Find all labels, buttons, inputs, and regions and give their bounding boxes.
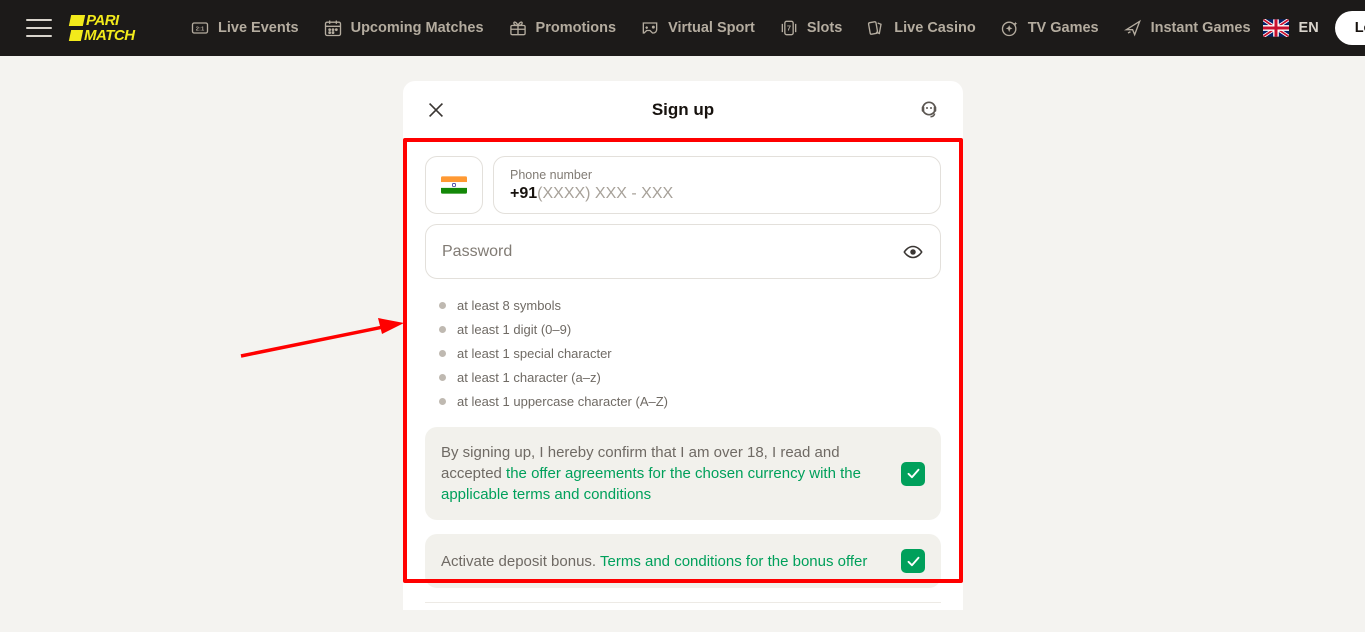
scoreboard-icon: 2:1	[190, 18, 210, 38]
requirement-item: at least 8 symbols	[439, 293, 941, 317]
nav-label: Promotions	[536, 20, 617, 36]
nav-item-promotions[interactable]: Promotions	[496, 18, 629, 38]
phone-row: Phone number +91(XXXX) XXX - XXX	[425, 156, 941, 214]
red-annotation-arrow	[236, 314, 406, 364]
modal-header: Sign up	[403, 81, 963, 138]
gamepad-icon	[640, 18, 660, 38]
requirement-item: at least 1 special character	[439, 341, 941, 365]
bonus-text-prefix: Activate deposit bonus.	[441, 553, 600, 570]
phone-number-input[interactable]: Phone number +91(XXXX) XXX - XXX	[493, 156, 941, 214]
password-input[interactable]: Password	[425, 224, 941, 279]
eye-icon[interactable]	[902, 241, 924, 263]
playing-cards-icon	[866, 18, 886, 38]
headset-support-icon[interactable]	[917, 98, 941, 122]
phone-placeholder: (XXXX) XXX - XXX	[537, 185, 673, 202]
nav-item-tv-games[interactable]: TV Games	[988, 18, 1111, 38]
requirement-item: at least 1 digit (0–9)	[439, 317, 941, 341]
uk-flag-icon[interactable]	[1263, 19, 1289, 37]
country-code: +91	[510, 185, 537, 202]
checkmark-icon	[906, 554, 921, 569]
bullet-icon	[439, 398, 446, 405]
deposit-bonus-checkbox[interactable]	[901, 549, 925, 573]
rocket-icon	[1123, 18, 1143, 38]
india-flag-icon	[441, 176, 467, 194]
nav-label: Live Events	[218, 20, 299, 36]
top-navigation-bar: PARI MATCH 2:1 Live Events Upcoming Matc…	[0, 0, 1365, 56]
phone-number-label: Phone number	[510, 167, 924, 183]
calendar-icon	[323, 18, 343, 38]
nav-item-upcoming-matches[interactable]: Upcoming Matches	[311, 18, 496, 38]
bullet-icon	[439, 374, 446, 381]
bullet-icon	[439, 350, 446, 357]
hamburger-menu-icon[interactable]	[26, 19, 52, 37]
checkmark-icon	[906, 466, 921, 481]
sparkle-icon	[1000, 18, 1020, 38]
modal-body: Phone number +91(XXXX) XXX - XXX Passwor…	[403, 138, 963, 632]
phone-number-value: +91(XXXX) XXX - XXX	[510, 183, 924, 204]
password-placeholder: Password	[442, 243, 902, 261]
modal-footer-divider	[425, 602, 941, 632]
top-right-controls: EN Log in	[1263, 11, 1365, 45]
requirement-label: at least 1 digit (0–9)	[457, 322, 571, 337]
close-icon[interactable]	[425, 99, 447, 121]
requirement-item: at least 1 uppercase character (A–Z)	[439, 389, 941, 413]
password-requirements-list: at least 8 symbols at least 1 digit (0–9…	[439, 293, 941, 413]
deposit-bonus-block: Activate deposit bonus. Terms and condit…	[425, 534, 941, 588]
svg-text:7: 7	[787, 24, 791, 33]
nav-items-list: 2:1 Live Events Upcoming Matches Promoti…	[184, 18, 1263, 38]
nav-item-virtual-sport[interactable]: Virtual Sport	[628, 18, 767, 38]
nav-label: TV Games	[1028, 20, 1099, 36]
bullet-icon	[439, 302, 446, 309]
login-button[interactable]: Log in	[1335, 11, 1365, 45]
bullet-icon	[439, 326, 446, 333]
signup-modal: Sign up Phone number +91(XXXX) X	[403, 81, 963, 610]
terms-checkbox[interactable]	[901, 462, 925, 486]
gift-icon	[508, 18, 528, 38]
parimatch-logo[interactable]: PARI MATCH	[70, 11, 162, 45]
requirement-item: at least 1 character (a–z)	[439, 365, 941, 389]
slot-machine-icon: 7	[779, 18, 799, 38]
requirement-label: at least 1 uppercase character (A–Z)	[457, 394, 668, 409]
bonus-terms-link[interactable]: Terms and conditions for the bonus offer	[600, 553, 867, 570]
nav-item-live-events[interactable]: 2:1 Live Events	[184, 18, 311, 38]
logo-line-2: MATCH	[84, 28, 135, 43]
terms-agreement-block: By signing up, I hereby confirm that I a…	[425, 427, 941, 520]
nav-label: Virtual Sport	[668, 20, 755, 36]
terms-agreement-text: By signing up, I hereby confirm that I a…	[441, 442, 887, 505]
requirement-label: at least 1 special character	[457, 346, 612, 361]
requirement-label: at least 8 symbols	[457, 298, 561, 313]
modal-title: Sign up	[403, 100, 963, 120]
nav-label: Slots	[807, 20, 842, 36]
country-selector[interactable]	[425, 156, 483, 214]
language-label[interactable]: EN	[1299, 20, 1319, 36]
requirement-label: at least 1 character (a–z)	[457, 370, 601, 385]
nav-item-slots[interactable]: 7 Slots	[767, 18, 854, 38]
nav-item-live-casino[interactable]: Live Casino	[854, 18, 987, 38]
nav-label: Live Casino	[894, 20, 975, 36]
deposit-bonus-text: Activate deposit bonus. Terms and condit…	[441, 551, 887, 572]
nav-item-instant-games[interactable]: Instant Games	[1111, 18, 1263, 38]
logo-line-1: PARI	[86, 13, 119, 28]
svg-text:2:1: 2:1	[196, 27, 205, 33]
nav-label: Instant Games	[1151, 20, 1251, 36]
nav-label: Upcoming Matches	[351, 20, 484, 36]
